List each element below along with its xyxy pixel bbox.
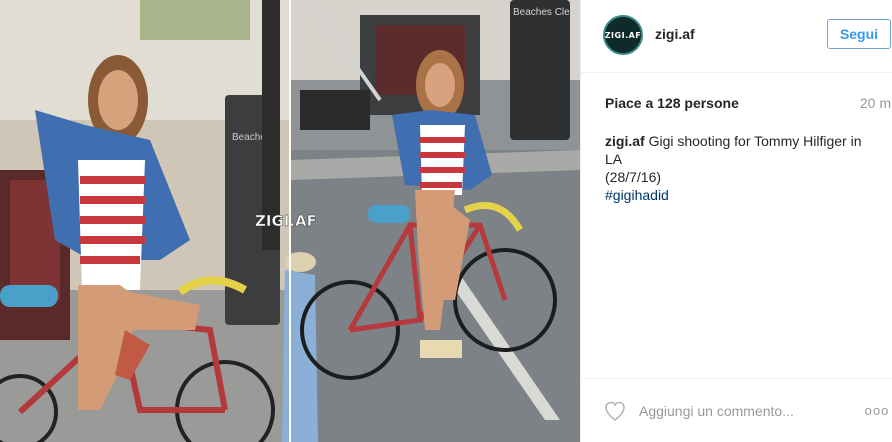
more-options-icon[interactable]: ooo	[863, 401, 891, 421]
post-side-panel: ZIGI.AF zigi.af Segui Piace a 128 person…	[580, 0, 892, 442]
likes-row: Piace a 128 persone 20 m	[605, 95, 891, 113]
avatar[interactable]: ZIGI.AF	[603, 15, 643, 55]
photo-sign-2: Beaches Clean	[513, 7, 580, 18]
heart-icon[interactable]	[603, 399, 627, 423]
post-photo-collage: Beaches Beaches Clean ZIGI.AF	[0, 0, 580, 442]
caption-username[interactable]: zigi.af	[605, 133, 645, 149]
avatar-text: ZIGI.AF	[604, 30, 642, 40]
caption-hashtag[interactable]: #gigihadid	[605, 187, 669, 203]
post-footer: ooo	[581, 378, 892, 442]
photo-watermark: ZIGI.AF	[255, 212, 317, 230]
post-photo[interactable]: Beaches Beaches Clean ZIGI.AF	[0, 0, 580, 442]
comment-input[interactable]	[639, 401, 829, 421]
follow-button[interactable]: Segui	[827, 19, 891, 49]
post-time[interactable]: 20 m	[860, 95, 891, 111]
username-link[interactable]: zigi.af	[655, 26, 695, 42]
post-header: ZIGI.AF zigi.af Segui	[581, 0, 892, 73]
likes-count[interactable]: Piace a 128 persone	[605, 95, 739, 111]
caption-date: (28/7/16)	[605, 169, 662, 185]
post-caption: zigi.af Gigi shooting for Tommy Hilfiger…	[605, 132, 875, 204]
